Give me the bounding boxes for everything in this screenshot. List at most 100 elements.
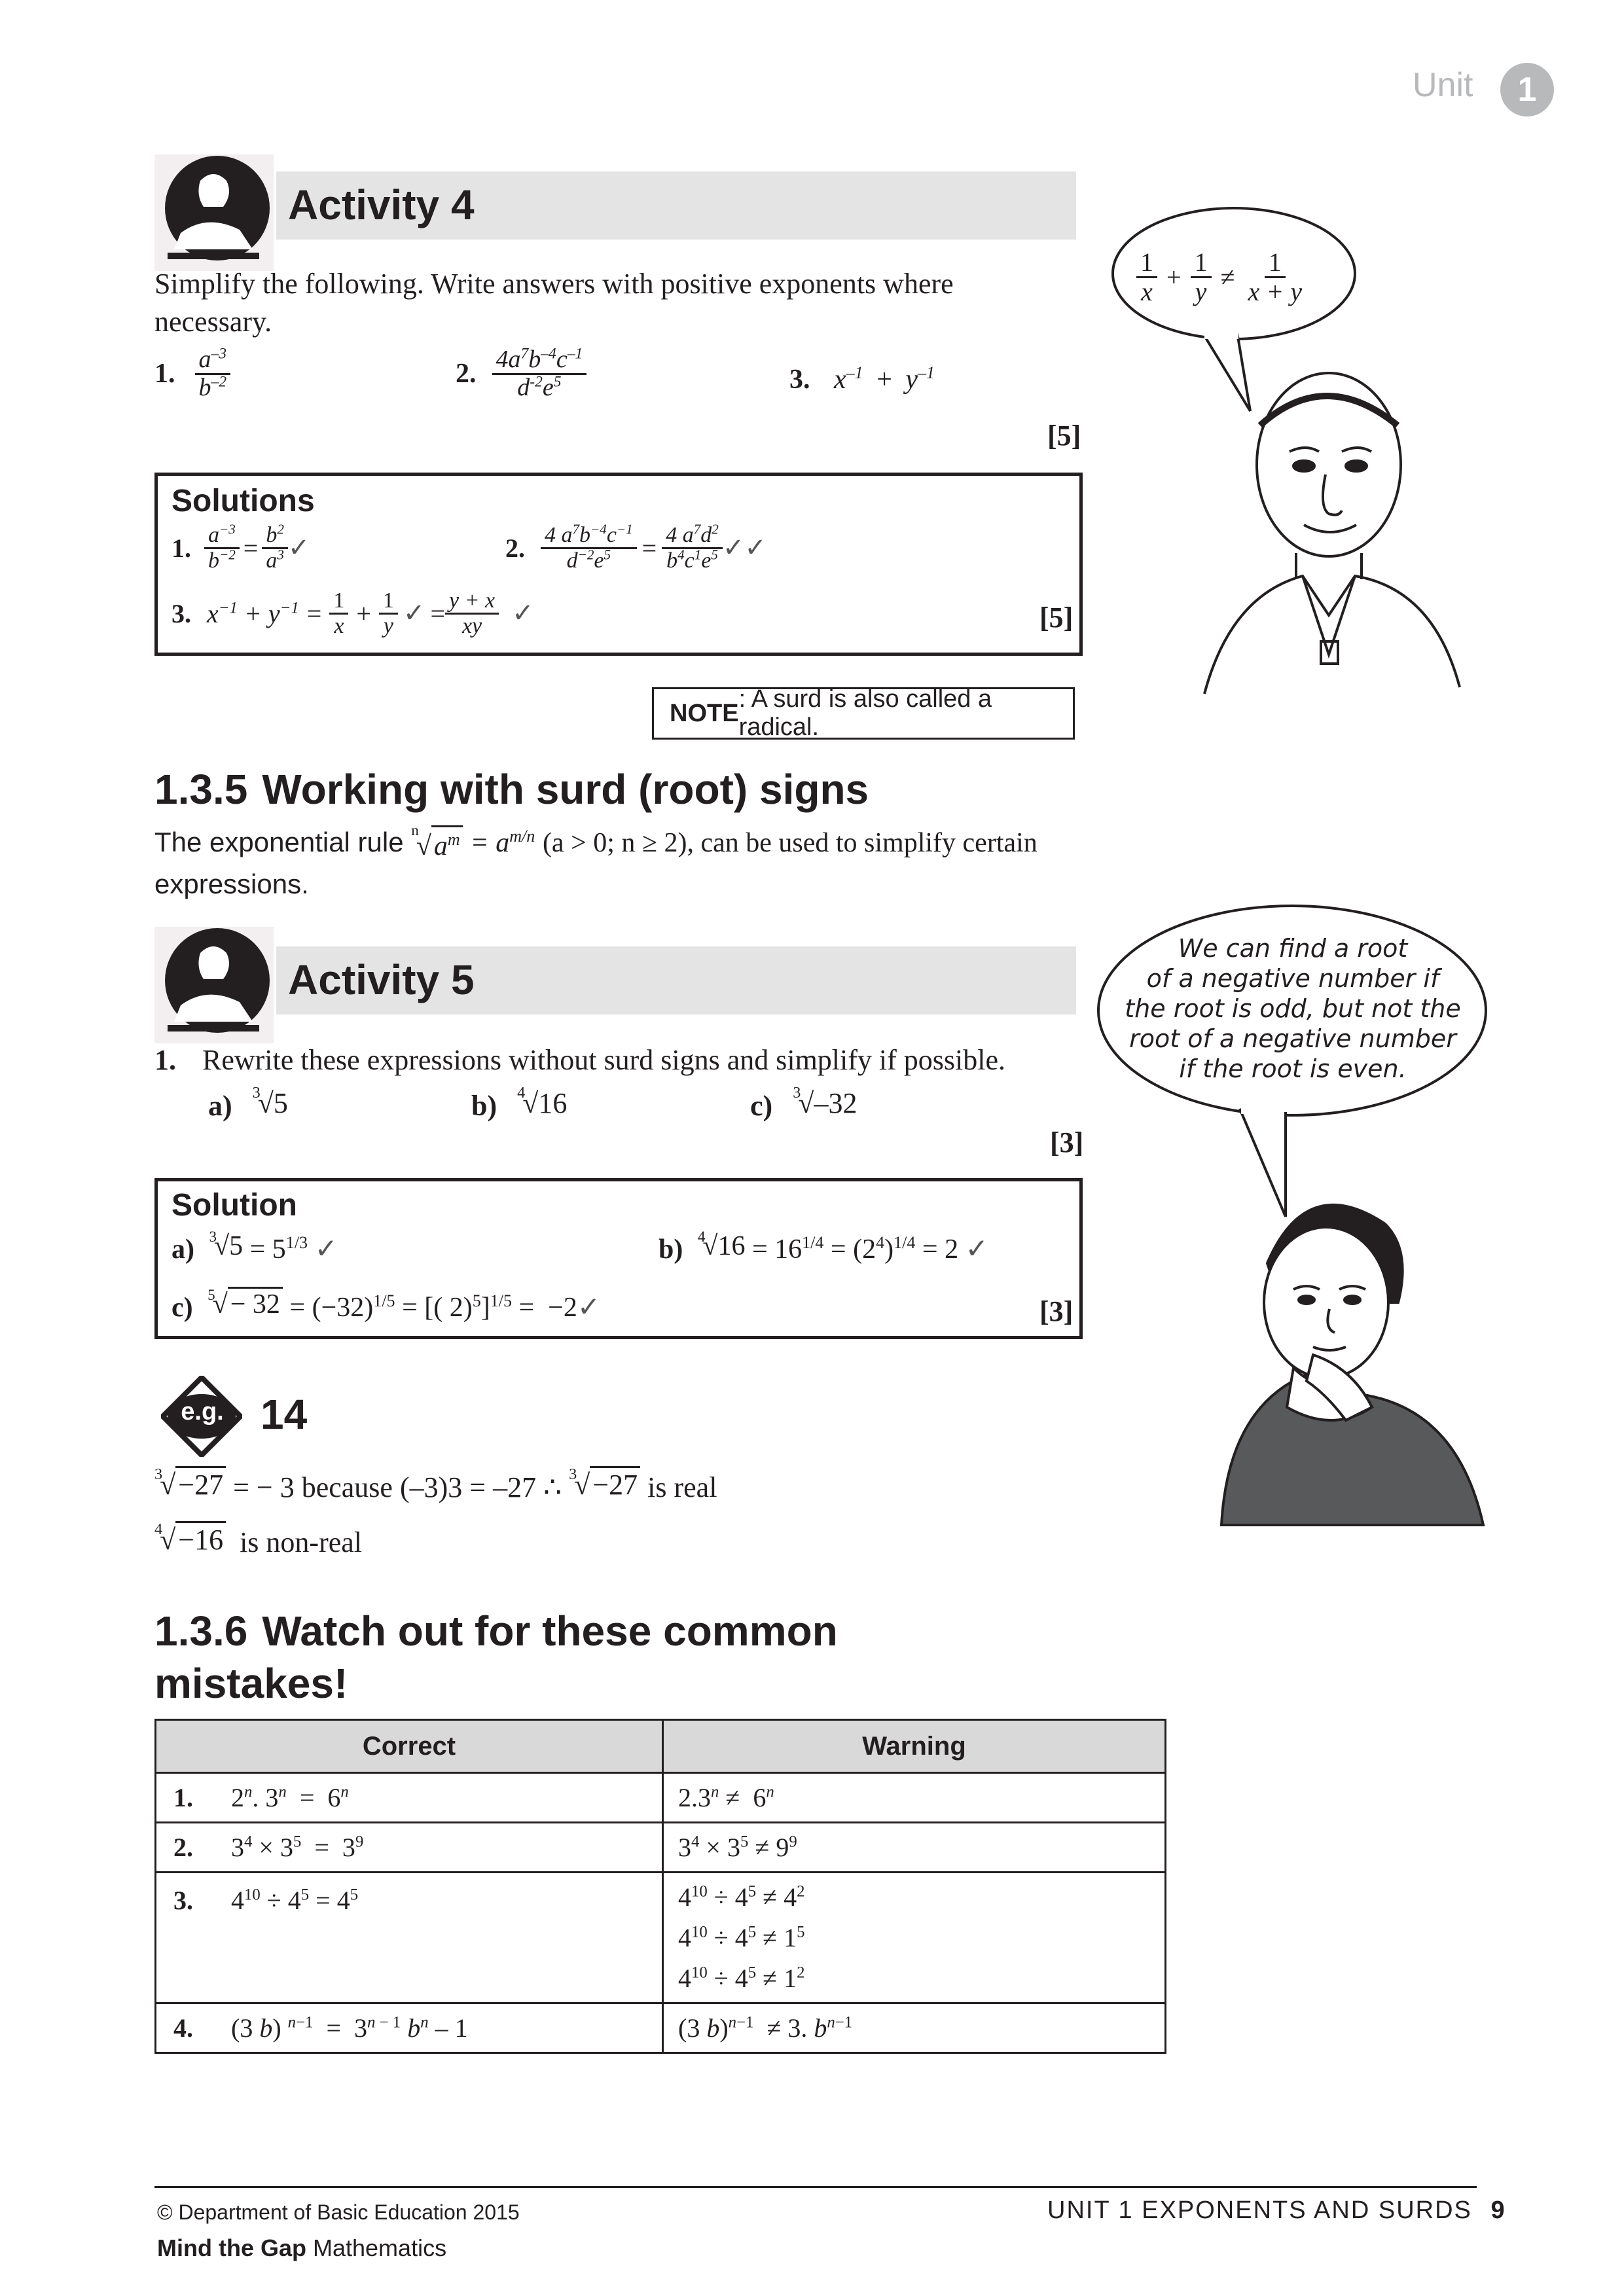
footer-unit-text: UNIT 1 EXPONENTS AND SURDS [1047, 2197, 1472, 2224]
s1-frac-left: a−3 b−2 [204, 522, 240, 572]
unit-label: Unit [1413, 66, 1473, 104]
section135-number: 1.3.5 [154, 766, 248, 813]
activity5-title: Activity 5 [288, 956, 475, 1003]
rule-root: n √ am [411, 821, 463, 865]
q1-num-base: a [198, 346, 211, 373]
speech-bubble-1-text: 1x + 1y ≠ 1x + y [1136, 249, 1306, 306]
q1-den-base: b [198, 373, 211, 401]
speech2-line-5: if the root is even. [1179, 1054, 1407, 1083]
footer-book-bold: Mind the Gap [157, 2234, 306, 2261]
solutions4-marks: [5] [1039, 601, 1074, 634]
mistakes-table: Correct Warning 1. 2n. 3n = 6n 2.3n ≠ 6n … [154, 1719, 1166, 2054]
sol5-a-label: a) [171, 1234, 194, 1265]
s2-frac-left: 4 a7b−4c−1 d−2e5 [541, 522, 637, 572]
example-line1-end: is real [647, 1471, 717, 1503]
s3-tick-1: ✓ [403, 598, 425, 629]
part-a-index: 3 [252, 1084, 261, 1102]
table-row: 3. 410 ÷ 45 = 45 410 ÷ 45 ≠ 42 410 ÷ 45 ≠ … [154, 1871, 1166, 2004]
q1-den-exp: –2 [211, 373, 227, 391]
q3-plus: + [876, 365, 892, 395]
solution5-a: a) 3 √ 5 = 51/3 ✓ [171, 1227, 338, 1265]
q3-y-exp: –1 [918, 363, 935, 382]
speech2-line-1: We can find a root [1178, 934, 1408, 963]
section135-title: Working with surd (root) signs [262, 766, 869, 813]
s1-tick: ✓ [287, 533, 310, 564]
part-c-radicand: –32 [814, 1087, 857, 1119]
footer-page-number: 9 [1490, 2197, 1506, 2224]
part-c-label: c) [750, 1090, 773, 1122]
q2-num-exp-b: –4 [541, 345, 556, 363]
section136-number: 1.3.6 [154, 1607, 248, 1655]
activity5-icon [154, 927, 274, 1043]
section135-text-line2: expressions. [154, 869, 309, 899]
s3-frac-3: y + x xy [445, 589, 499, 637]
s1-number: 1. [171, 533, 191, 563]
s3-number: 3. [171, 598, 191, 628]
part-b-index: 4 [517, 1084, 526, 1102]
solution5-b: b) 4 √ 16 = 161/4 = (24)1/4 = 2 ✓ [659, 1227, 988, 1265]
unit-number-badge: 1 [1500, 63, 1554, 117]
table-row: 1. 2n. 3n = 6n 2.3n ≠ 6n [154, 1772, 1166, 1823]
activity4-marks: [5] [1047, 420, 1081, 452]
girl-illustration [1215, 1172, 1503, 1538]
row2-number: 2. [173, 1833, 193, 1862]
activity5-q-number: 1. [154, 1044, 176, 1076]
table-header-row: Correct Warning [154, 1719, 1166, 1774]
q3-number: 3. [789, 365, 810, 395]
speech2-line-3: the root is odd, but not the [1125, 994, 1461, 1023]
activity5-part-a: a) 3 √ 5 [208, 1084, 288, 1122]
s2-ticks: ✓✓ [722, 533, 767, 564]
q2-num-exp-c: –1 [567, 345, 583, 363]
section135-text: The exponential rule n √ am = am/n (a > 0;… [154, 821, 1038, 899]
speech-bubble-2-text: We can find a root of a negative number … [1100, 933, 1486, 1084]
example-line1: 3 √ −27 = − 3 because (–3)3 = –27 ∴ 3 √ −27 … [154, 1465, 717, 1503]
activity5-marks: [3] [1050, 1126, 1084, 1158]
example-line2-end: is non-real [240, 1526, 363, 1558]
solution5-marks: [3] [1039, 1295, 1074, 1327]
q1-fraction: a–3 b–2 [194, 346, 231, 401]
q2-den-exp-d: -2 [530, 373, 543, 391]
section135-heading: 1.3.5 Working with surd (root) signs [154, 763, 869, 816]
col-warning: Warning [662, 1719, 1166, 1774]
activity4-title: Activity 4 [288, 181, 475, 228]
table-row: 2. 34 × 35 = 39 34 × 35 ≠ 99 [154, 1821, 1166, 1873]
activity5-question: 1. Rewrite these expressions without surd… [154, 1043, 1005, 1077]
footer-book: Mind the Gap Mathematics [157, 2234, 446, 2262]
speech2-line-4: root of a negative number [1129, 1024, 1456, 1053]
activity5-part-c: c) 3 √ –32 [750, 1084, 857, 1122]
boy-illustration [1132, 353, 1499, 707]
example-number: 14 [261, 1391, 308, 1438]
row1-number: 1. [173, 1783, 193, 1812]
col-correct: Correct [154, 1719, 664, 1774]
section136-heading: 1.3.6 Watch out for these common mistakes… [154, 1605, 838, 1710]
q1-number: 1. [154, 359, 175, 389]
footer-book-rest: Mathematics [306, 2234, 447, 2261]
solution4-3: 3. x−1 + y−1 = 1x + 1y ✓ = y + x xy ✓ [171, 588, 534, 638]
row3-number: 3. [173, 1886, 193, 1915]
activity-icon [154, 154, 274, 271]
footer-copyright: © Department of Basic Education 2015 [157, 2200, 520, 2224]
q2-num-b: b [528, 346, 541, 373]
activity4-instruction: Simplify the following. Write answers wi… [154, 268, 954, 338]
s2-frac-right: 4 a7d2 b4c1e5 [662, 522, 723, 572]
q2-number: 2. [456, 359, 477, 389]
activity5-instruction: Rewrite these expressions without surd s… [202, 1044, 1005, 1076]
section135-text-after: (a > 0; n ≥ 2), can be used to simplify … [542, 828, 1038, 858]
footer-unit: UNIT 1 EXPONENTS AND SURDS 9 [1047, 2197, 1506, 2225]
part-b-label: b) [471, 1090, 497, 1122]
q3-x-exp: –1 [846, 363, 863, 382]
part-a-label: a) [208, 1090, 232, 1122]
row4-number: 4. [173, 2013, 193, 2043]
q3-x: x [834, 365, 846, 395]
q2-fraction: 4a7b–4c–1 d-2e5 [492, 345, 587, 401]
q2-num-exp-a: 7 [520, 345, 529, 363]
activity4-q3: 3. x–1 + y–1 [789, 364, 935, 395]
section136-title-1: Watch out for these common [262, 1607, 838, 1655]
q2-den-e: e [542, 373, 554, 401]
example-badge-text: e.g. [181, 1398, 224, 1426]
solutions4-heading: Solutions [171, 484, 315, 518]
sol5-c-label: c) [171, 1293, 193, 1323]
example-line1-mid: = − 3 because (–3)3 = –27 ∴ [233, 1471, 562, 1503]
note-label: NOTE [670, 699, 739, 727]
section135-text-before: The exponential rule [154, 827, 404, 857]
